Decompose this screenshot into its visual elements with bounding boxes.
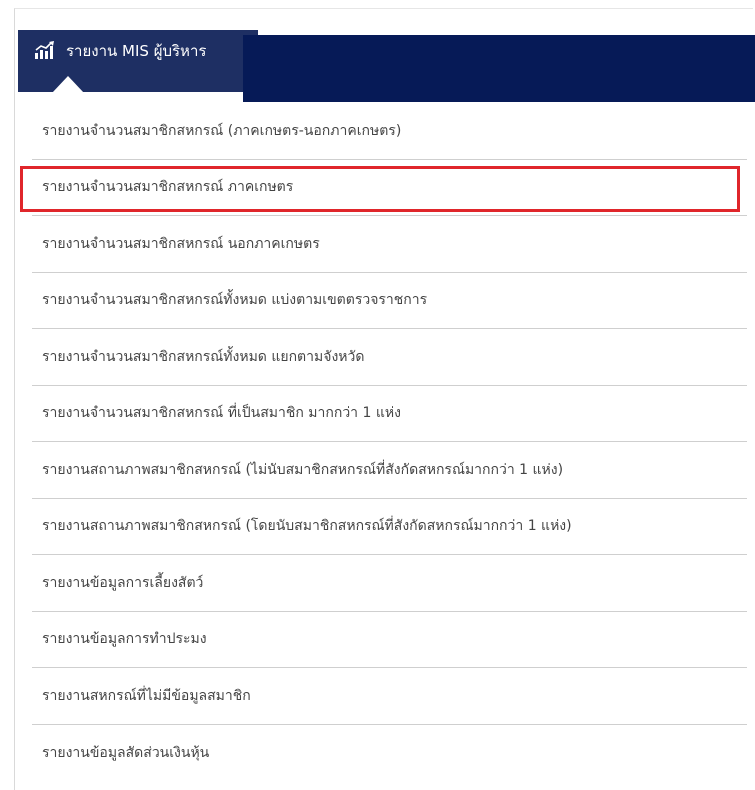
menu-item-status-excluding-multi[interactable]: รายงานสถานภาพสมาชิกสหกรณ์ (ไม่นับสมาชิกส… [32,442,747,499]
menu-item-label: รายงานจำนวนสมาชิกสหกรณ์ทั้งหมด แยกตามจัง… [42,348,365,365]
menu-item-label: รายงานจำนวนสมาชิกสหกรณ์ทั้งหมด แบ่งตามเข… [42,292,428,309]
header-notch [52,76,84,93]
menu-item-label: รายงานจำนวนสมาชิกสหกรณ์ นอกภาคเกษตร [42,235,320,252]
menu-item-label: รายงานจำนวนสมาชิกสหกรณ์ ภาคเกษตร [42,179,294,196]
menu-item-coops-without-member-data[interactable]: รายงานสหกรณ์ที่ไม่มีข้อมูลสมาชิก [32,668,747,725]
menu-item-fishery[interactable]: รายงานข้อมูลการทำประมง [32,612,747,668]
menu-item-label: รายงานข้อมูลสัดส่วนเงินหุ้น [42,744,210,761]
menu-item-label: รายงานข้อมูลการเลี้ยงสัตว์ [42,574,204,591]
menu-item-members-nonagri[interactable]: รายงานจำนวนสมาชิกสหกรณ์ นอกภาคเกษตร [32,216,747,273]
report-menu: รายงานจำนวนสมาชิกสหกรณ์ (ภาคเกษตร-นอกภาค… [32,103,747,781]
menu-item-status-including-multi[interactable]: รายงานสถานภาพสมาชิกสหกรณ์ (โดยนับสมาชิกส… [32,499,747,555]
redaction-block [243,35,755,102]
menu-item-livestock[interactable]: รายงานข้อมูลการเลี้ยงสัตว์ [32,555,747,612]
menu-item-members-agri-nonagri[interactable]: รายงานจำนวนสมาชิกสหกรณ์ (ภาคเกษตร-นอกภาค… [32,103,747,160]
menu-item-members-multi-coop[interactable]: รายงานจำนวนสมาชิกสหกรณ์ ที่เป็นสมาชิก มา… [32,386,747,442]
menu-item-label: รายงานสหกรณ์ที่ไม่มีข้อมูลสมาชิก [42,687,251,704]
menu-item-members-by-inspection-zone[interactable]: รายงานจำนวนสมาชิกสหกรณ์ทั้งหมด แบ่งตามเข… [32,273,747,329]
bar-chart-icon [35,41,54,59]
menu-item-label: รายงานสถานภาพสมาชิกสหกรณ์ (โดยนับสมาชิกส… [42,518,572,535]
panel-title: รายงาน MIS ผู้บริหาร [66,42,207,60]
menu-item-members-agri[interactable]: รายงานจำนวนสมาชิกสหกรณ์ ภาคเกษตร [32,160,747,216]
menu-item-members-by-province[interactable]: รายงานจำนวนสมาชิกสหกรณ์ทั้งหมด แยกตามจัง… [32,329,747,386]
menu-item-label: รายงานจำนวนสมาชิกสหกรณ์ (ภาคเกษตร-นอกภาค… [42,122,402,139]
menu-item-label: รายงานจำนวนสมาชิกสหกรณ์ ที่เป็นสมาชิก มา… [42,405,401,422]
menu-item-share-capital[interactable]: รายงานข้อมูลสัดส่วนเงินหุ้น [32,725,747,782]
menu-item-label: รายงานสถานภาพสมาชิกสหกรณ์ (ไม่นับสมาชิกส… [42,461,564,478]
menu-item-label: รายงานข้อมูลการทำประมง [42,631,207,648]
